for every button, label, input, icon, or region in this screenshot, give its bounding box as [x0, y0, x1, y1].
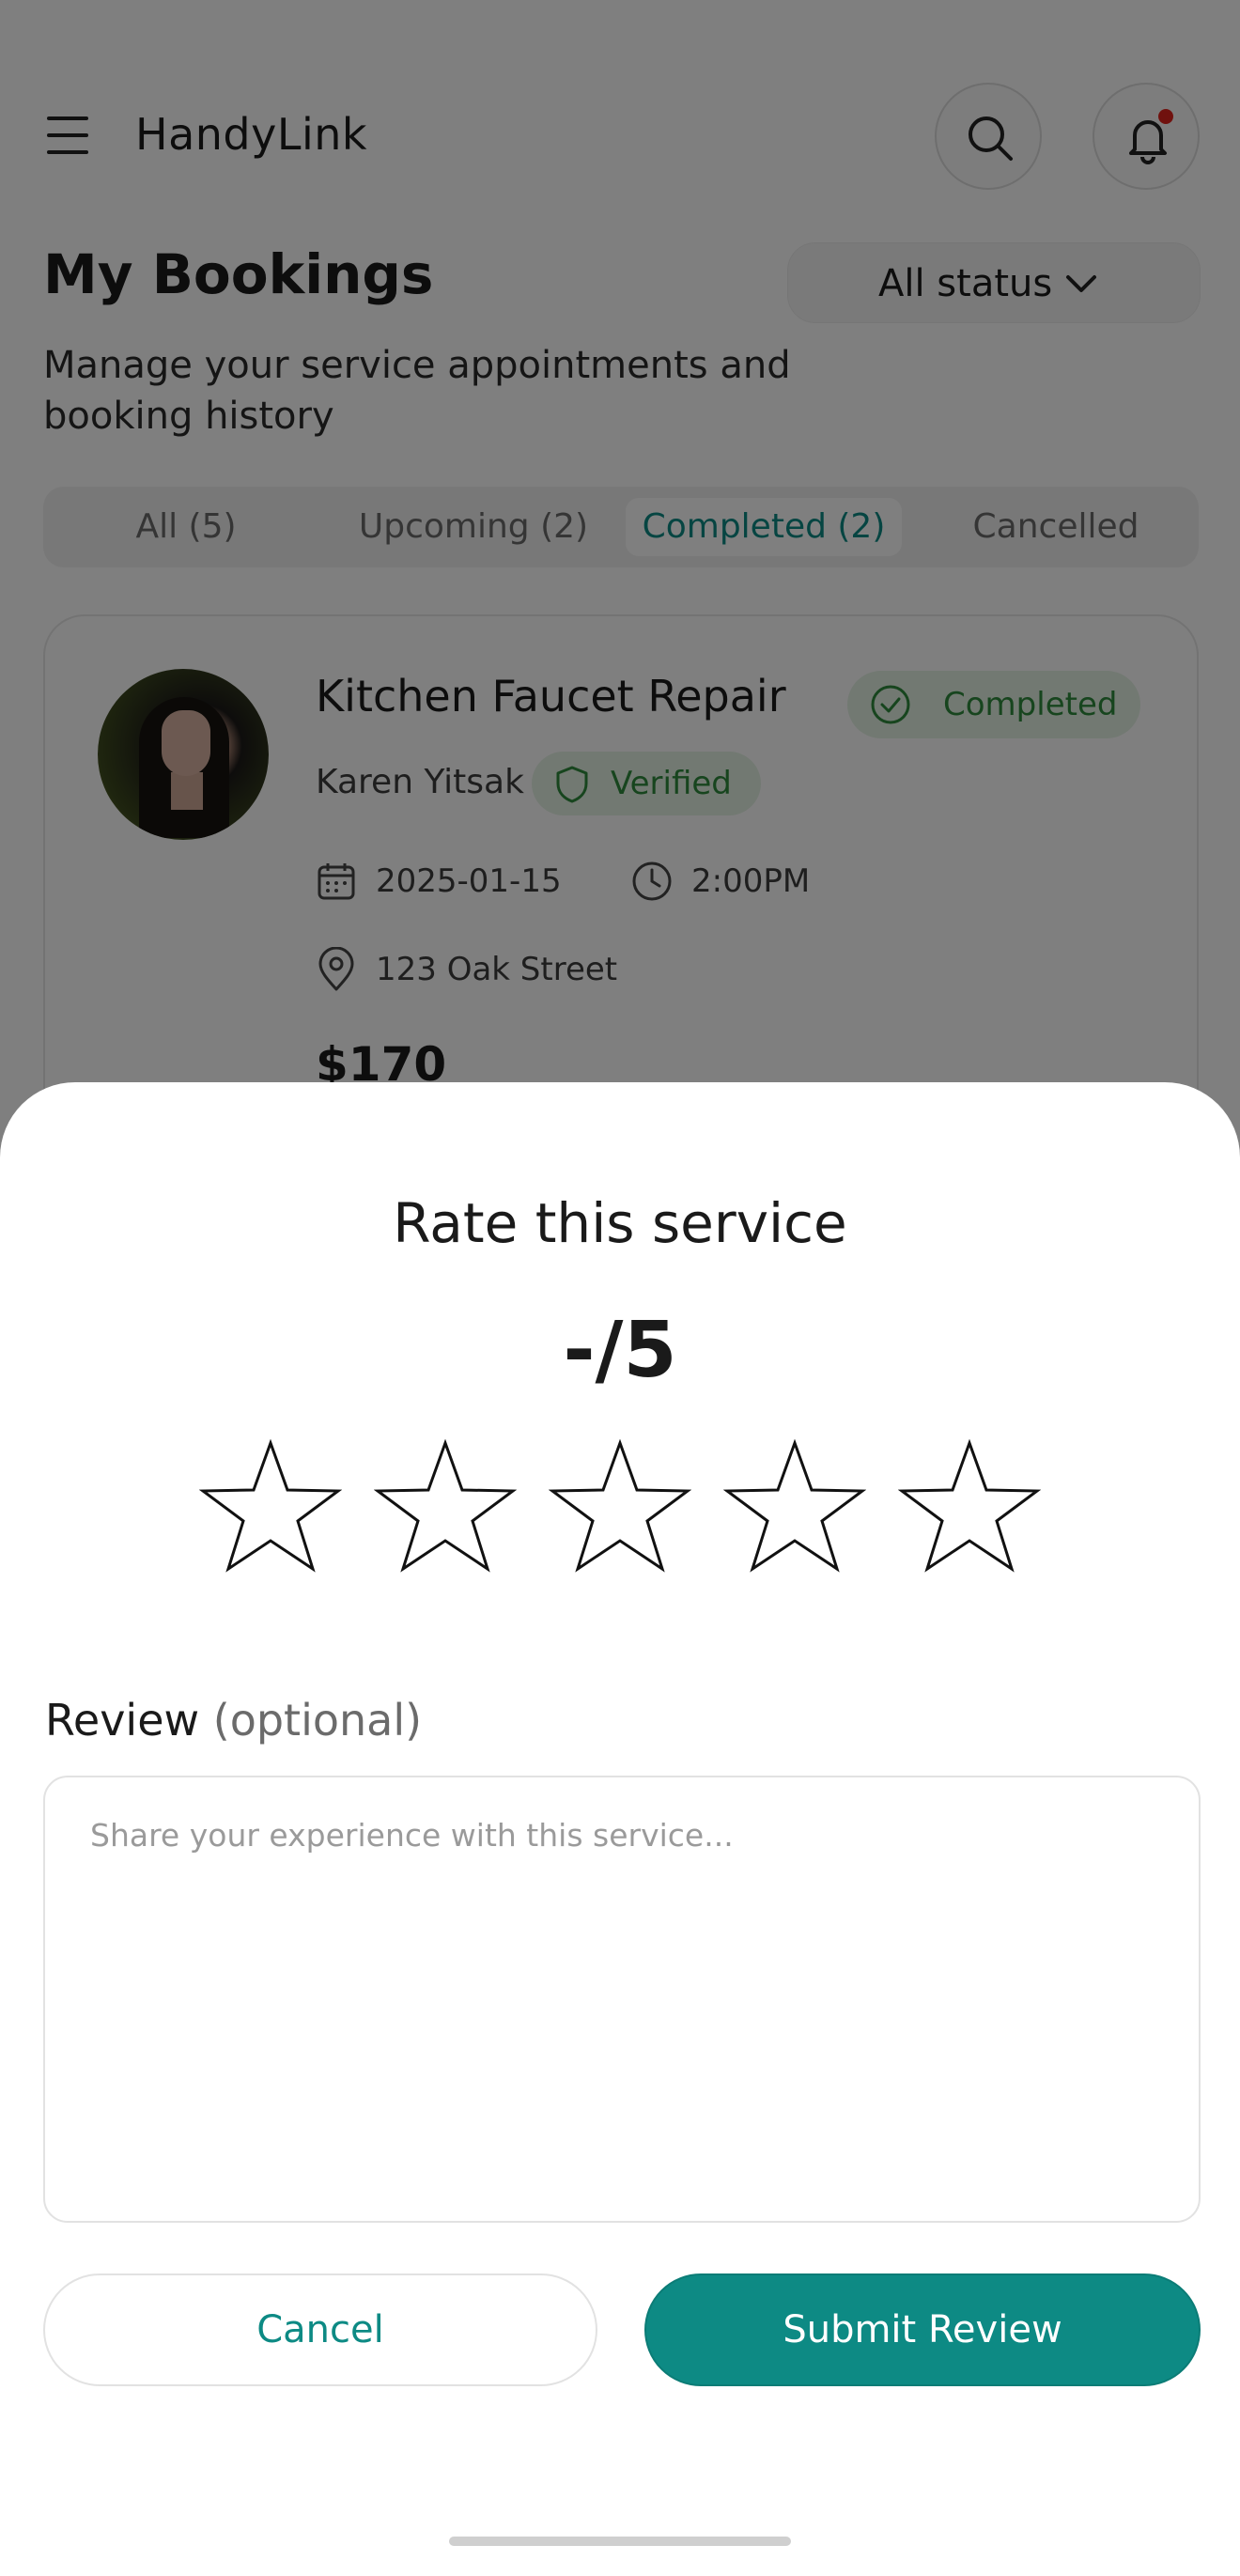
- rating-value: -/5: [563, 1306, 677, 1395]
- submit-review-button[interactable]: Submit Review: [644, 2273, 1201, 2386]
- review-label: Review (optional): [45, 1695, 423, 1746]
- star-5-icon[interactable]: [897, 1437, 1042, 1573]
- cancel-button[interactable]: Cancel: [43, 2273, 597, 2386]
- review-textarea[interactable]: [43, 1776, 1201, 2223]
- sheet-title: Rate this service: [393, 1191, 847, 1255]
- star-4-icon[interactable]: [722, 1437, 867, 1573]
- star-1-icon[interactable]: [198, 1437, 343, 1573]
- star-3-icon[interactable]: [548, 1437, 692, 1573]
- home-indicator: [449, 2537, 791, 2546]
- star-2-icon[interactable]: [373, 1437, 518, 1573]
